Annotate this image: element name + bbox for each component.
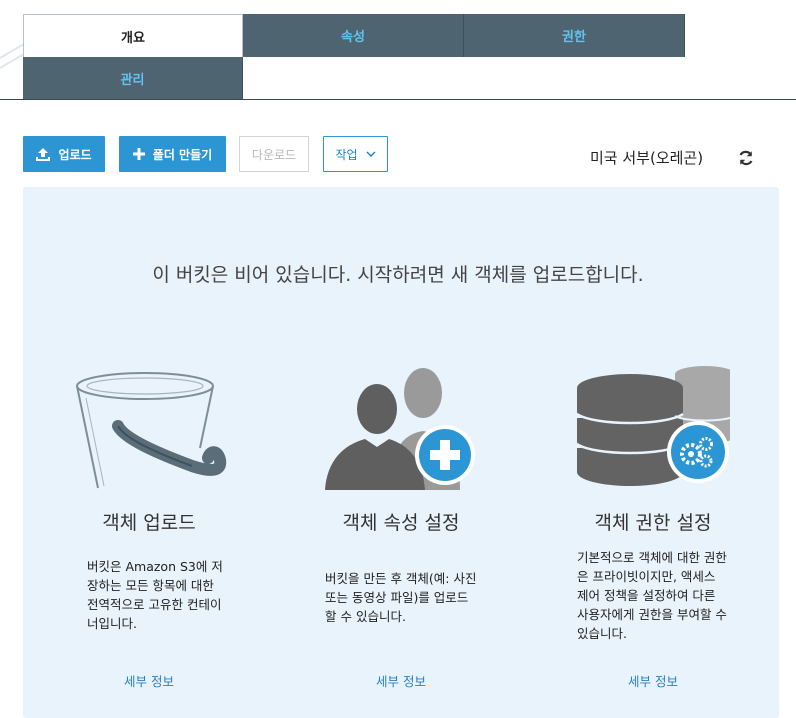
empty-bucket-message: 이 버킷은 비어 있습니다. 시작하려면 새 객체를 업로드합니다. bbox=[152, 264, 644, 286]
actions-dropdown[interactable]: 작업 bbox=[323, 136, 388, 172]
create-folder-label: 폴더 만들기 bbox=[152, 147, 213, 162]
download-button[interactable]: 다운로드 bbox=[239, 136, 309, 172]
tab-divider bbox=[0, 99, 796, 100]
tab-properties[interactable]: 속성 bbox=[243, 14, 464, 57]
chevron-down-icon bbox=[366, 151, 376, 157]
refresh-icon[interactable] bbox=[736, 148, 756, 168]
card-upload-details-link[interactable]: 세부 정보 bbox=[23, 671, 275, 690]
card-upload-title: 객체 업로드 bbox=[102, 512, 196, 534]
card-properties-description: 버킷을 만든 후 객체(예: 사진 또는 동영상 파일)를 업로드할 수 있습니… bbox=[325, 571, 477, 624]
actions-label: 작업 bbox=[335, 147, 358, 162]
card-properties-title: 객체 속성 설정 bbox=[342, 512, 460, 534]
upload-icon bbox=[36, 147, 51, 161]
card-upload-description: 버킷은 Amazon S3에 저장하는 모든 항목에 대한 전역적으로 고유한 … bbox=[87, 559, 223, 631]
tab-permissions[interactable]: 권한 bbox=[464, 14, 685, 57]
tab-management[interactable]: 관리 bbox=[23, 57, 243, 100]
upload-button[interactable]: 업로드 bbox=[23, 136, 105, 172]
download-label: 다운로드 bbox=[251, 147, 297, 162]
card-permissions-details-link[interactable]: 세부 정보 bbox=[527, 671, 779, 690]
users-add-icon bbox=[325, 368, 475, 490]
region-label: 미국 서부(오레곤) bbox=[590, 149, 704, 167]
create-folder-button[interactable]: 폴더 만들기 bbox=[119, 136, 226, 172]
card-permissions-description: 기본적으로 객체에 대한 권한은 프라이빗이지만, 액세스 제어 정책을 설정하… bbox=[577, 550, 727, 641]
database-settings-icon bbox=[576, 366, 730, 486]
plus-icon bbox=[132, 148, 145, 160]
bucket-icon bbox=[76, 372, 227, 489]
card-permissions-title: 객체 권한 설정 bbox=[594, 512, 712, 534]
card-properties-details-link[interactable]: 세부 정보 bbox=[275, 671, 527, 690]
tab-overview[interactable]: 개요 bbox=[23, 14, 243, 57]
tab-bar: 개요 속성 권한 관리 bbox=[0, 0, 796, 101]
upload-label: 업로드 bbox=[58, 147, 92, 162]
